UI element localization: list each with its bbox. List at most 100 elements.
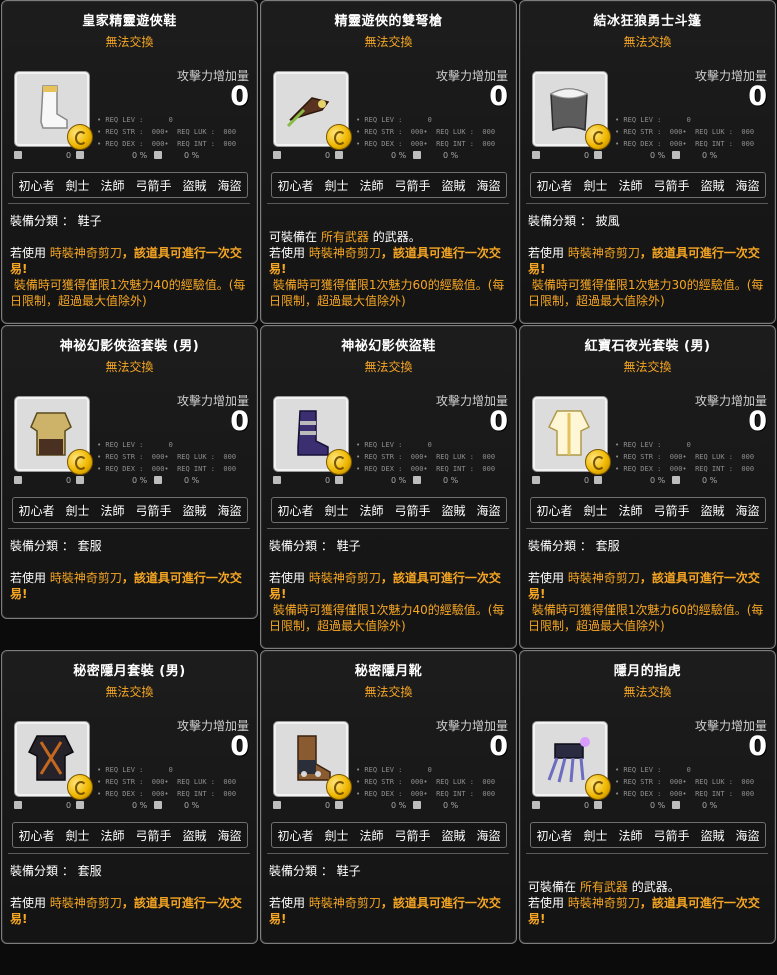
job-thief: 盜賊 <box>182 178 207 193</box>
attack-increase-value: 0 <box>748 406 767 437</box>
job-pirate: 海盜 <box>217 503 242 518</box>
job-beginner: 初心者 <box>18 178 55 193</box>
job-pirate: 海盜 <box>735 828 760 843</box>
attack-increase-value: 0 <box>489 731 508 762</box>
untradeable-label: 無法交換 <box>105 685 154 699</box>
job-list: 初心者 劍士 法師 弓箭手 盜賊 海盜 <box>271 172 507 198</box>
job-pirate: 海盜 <box>735 503 760 518</box>
requirements: • REQ LEV : 0 • REQ STR : 000• REQ LUK : … <box>615 766 755 798</box>
divider <box>8 528 250 529</box>
description: 若使用 時裝神奇剪刀，該道具可進行一次交易! <box>269 896 501 926</box>
cash-coin-icon <box>67 774 93 800</box>
job-bowman: 弓箭手 <box>394 178 431 193</box>
item-tooltip-card-4: 神祕幻影俠盜套裝 (男) 無法交換 攻擊力增加量 0 • REQ LEV : 0… <box>1 325 258 619</box>
description: 可裝備在 所有武器 的武器。 若使用 時裝神奇剪刀，該道具可進行一次交易! 裝備… <box>269 230 505 308</box>
potential-icon <box>14 801 22 809</box>
requirements: • REQ LEV : 0 • REQ STR : 000• REQ LUK : … <box>356 116 496 148</box>
stat-icons-row: 0 0 % 0 % <box>14 476 254 488</box>
job-thief: 盜賊 <box>441 178 466 193</box>
item-icon-frame <box>14 721 93 800</box>
upgrade-icon <box>594 151 602 159</box>
attack-increase-value: 0 <box>489 406 508 437</box>
job-magician: 法師 <box>100 503 125 518</box>
untradeable-label: 無法交換 <box>105 360 154 374</box>
potential-icon <box>273 801 281 809</box>
potential-icon <box>532 476 540 484</box>
divider <box>267 853 509 854</box>
job-thief: 盜賊 <box>441 503 466 518</box>
attack-increase-value: 0 <box>748 81 767 112</box>
stat-icons-row: 0 0 % 0 % <box>14 151 254 163</box>
untradeable-label: 無法交換 <box>364 685 413 699</box>
stat-icons-row: 0 0 % 0 % <box>532 801 772 813</box>
cash-coin-icon <box>67 449 93 475</box>
description: 若使用 時裝神奇剪刀，該道具可進行一次交易! 裝備時可獲得僅限1次魅力40的經驗… <box>269 571 505 633</box>
upgrade-icon <box>335 476 343 484</box>
job-beginner: 初心者 <box>536 178 573 193</box>
untradeable-label: 無法交換 <box>623 360 672 374</box>
job-warrior: 劍士 <box>324 503 349 518</box>
job-beginner: 初心者 <box>536 828 573 843</box>
job-list: 初心者 劍士 法師 弓箭手 盜賊 海盜 <box>271 497 507 523</box>
cash-coin-icon <box>67 124 93 150</box>
description: 若使用 時裝神奇剪刀，該道具可進行一次交易! 裝備時可獲得僅限1次魅力60的經驗… <box>528 571 764 633</box>
job-warrior: 劍士 <box>65 828 90 843</box>
job-warrior: 劍士 <box>583 178 608 193</box>
description: 若使用 時裝神奇剪刀，該道具可進行一次交易! 裝備時可獲得僅限1次魅力30的經驗… <box>528 246 764 308</box>
item-icon-frame <box>14 71 93 150</box>
job-pirate: 海盜 <box>735 178 760 193</box>
potential-icon <box>532 151 540 159</box>
untradeable-label: 無法交換 <box>364 360 413 374</box>
attack-increase-value: 0 <box>230 406 249 437</box>
item-icon-frame <box>532 721 611 800</box>
job-warrior: 劍士 <box>65 178 90 193</box>
item-name: 隱月的指虎 <box>613 664 682 679</box>
item-tooltip-card-6: 紅寶石夜光套裝 (男) 無法交換 攻擊力增加量 0 • REQ LEV : 0 •… <box>519 325 776 649</box>
job-magician: 法師 <box>618 178 643 193</box>
untradeable-label: 無法交換 <box>364 35 413 49</box>
untradeable-label: 無法交換 <box>105 35 154 49</box>
stat-icons-row: 0 0 % 0 % <box>273 151 513 163</box>
equip-category: 裝備分類 ： 鞋子 <box>269 539 361 553</box>
job-magician: 法師 <box>618 828 643 843</box>
job-beginner: 初心者 <box>536 503 573 518</box>
job-magician: 法師 <box>618 503 643 518</box>
upgrade-icon <box>76 476 84 484</box>
upgrade-icon <box>76 801 84 809</box>
untradeable-label: 無法交換 <box>623 685 672 699</box>
requirements: • REQ LEV : 0 • REQ STR : 000• REQ LUK : … <box>97 441 237 473</box>
requirements: • REQ LEV : 0 • REQ STR : 000• REQ LUK : … <box>97 766 237 798</box>
shield-icon <box>413 476 421 484</box>
job-warrior: 劍士 <box>583 828 608 843</box>
item-name: 紅寶石夜光套裝 (男) <box>584 339 711 354</box>
shield-icon <box>672 476 680 484</box>
potential-icon <box>14 476 22 484</box>
item-icon-frame <box>273 721 352 800</box>
stat-icons-row: 0 0 % 0 % <box>532 151 772 163</box>
equip-category: 裝備分類 ： 鞋子 <box>10 214 102 228</box>
requirements: • REQ LEV : 0 • REQ STR : 000• REQ LUK : … <box>97 116 237 148</box>
equip-category: 裝備分類 ： 套服 <box>10 539 102 553</box>
item-icon-frame <box>532 71 611 150</box>
item-name: 結冰狂狼勇士斗篷 <box>593 14 702 29</box>
item-name: 神祕幻影俠盜套裝 (男) <box>59 339 200 354</box>
potential-icon <box>273 151 281 159</box>
job-magician: 法師 <box>359 828 384 843</box>
job-warrior: 劍士 <box>583 503 608 518</box>
job-bowman: 弓箭手 <box>653 828 690 843</box>
requirements: • REQ LEV : 0 • REQ STR : 000• REQ LUK : … <box>615 116 755 148</box>
divider <box>526 528 768 529</box>
job-beginner: 初心者 <box>18 828 55 843</box>
job-beginner: 初心者 <box>277 178 314 193</box>
attack-increase-value: 0 <box>230 81 249 112</box>
job-bowman: 弓箭手 <box>135 828 172 843</box>
job-pirate: 海盜 <box>217 178 242 193</box>
job-pirate: 海盜 <box>476 178 501 193</box>
job-bowman: 弓箭手 <box>394 503 431 518</box>
upgrade-icon <box>76 151 84 159</box>
job-list: 初心者 劍士 法師 弓箭手 盜賊 海盜 <box>12 497 248 523</box>
stat-icons-row: 0 0 % 0 % <box>532 476 772 488</box>
item-icon-frame <box>14 396 93 475</box>
potential-icon <box>14 151 22 159</box>
item-name: 秘密隱月套裝 (男) <box>73 664 186 679</box>
